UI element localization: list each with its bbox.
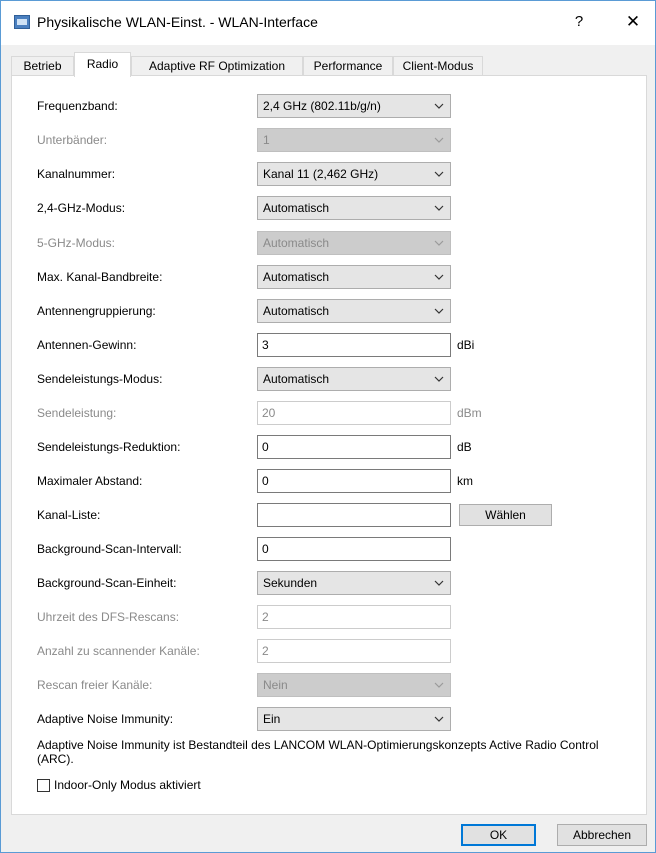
- sendeleistungs-modus-label: Sendeleistungs-Modus:: [37, 372, 163, 386]
- modus-5ghz-select[interactable]: Automatisch: [257, 231, 451, 255]
- chevron-down-icon: [433, 679, 445, 691]
- title-bar: Physikalische WLAN-Einst. - WLAN-Interfa…: [1, 1, 655, 45]
- bg-scan-einheit-label: Background-Scan-Einheit:: [37, 576, 177, 590]
- radio-panel: Frequenzband: 2,4 GHz (802.11b/g/n) Unte…: [11, 75, 647, 815]
- noise-immunity-select[interactable]: Ein: [257, 707, 451, 731]
- modus-24ghz-select[interactable]: Automatisch: [257, 196, 451, 220]
- rescan-freier-label: Rescan freier Kanäle:: [37, 678, 153, 692]
- maximaler-abstand-label: Maximaler Abstand:: [37, 474, 143, 488]
- tab-adaptive-rf-optimization[interactable]: Adaptive RF Optimization: [131, 56, 303, 76]
- antennen-gewinn-label: Antennen-Gewinn:: [37, 338, 137, 352]
- kanalnummer-label: Kanalnummer:: [37, 167, 116, 181]
- kanal-liste-label: Kanal-Liste:: [37, 508, 101, 522]
- sendeleistungs-reduktion-unit: dB: [457, 440, 472, 454]
- dfs-rescan-input[interactable]: 2: [257, 605, 451, 629]
- waehlen-button[interactable]: Wählen: [459, 504, 552, 526]
- indoor-only-checkbox[interactable]: [37, 779, 50, 792]
- unterbaender-label: Unterbänder:: [37, 133, 108, 147]
- maximaler-abstand-unit: km: [457, 474, 473, 488]
- sendeleistungs-reduktion-label: Sendeleistungs-Reduktion:: [37, 440, 181, 454]
- sendeleistungs-reduktion-input[interactable]: 0: [257, 435, 451, 459]
- frequenzband-select[interactable]: 2,4 GHz (802.11b/g/n): [257, 94, 451, 118]
- modus-24ghz-label: 2,4-GHz-Modus:: [37, 201, 126, 215]
- modus-5ghz-label: 5-GHz-Modus:: [37, 236, 116, 250]
- noise-immunity-info: Adaptive Noise Immunity ist Bestandteil …: [37, 738, 599, 766]
- chevron-down-icon: [433, 271, 445, 283]
- app-window-icon: [14, 15, 30, 29]
- anzahl-kanaele-input[interactable]: 2: [257, 639, 451, 663]
- bg-scan-einheit-select[interactable]: Sekunden: [257, 571, 451, 595]
- unterbaender-value: 1: [263, 133, 270, 147]
- bg-scan-einheit-value: Sekunden: [263, 576, 318, 590]
- tab-performance[interactable]: Performance: [303, 56, 393, 76]
- kanalnummer-value: Kanal 11 (2,462 GHz): [263, 167, 379, 181]
- antennengruppierung-label: Antennengruppierung:: [37, 304, 156, 318]
- window-title: Physikalische WLAN-Einst. - WLAN-Interfa…: [37, 14, 318, 30]
- anzahl-kanaele-label: Anzahl zu scannender Kanäle:: [37, 644, 200, 658]
- noise-immunity-value: Ein: [263, 712, 281, 726]
- noise-immunity-label: Adaptive Noise Immunity:: [37, 712, 174, 726]
- modus-24ghz-value: Automatisch: [263, 201, 330, 215]
- unterbaender-select[interactable]: 1: [257, 128, 451, 152]
- chevron-down-icon: [433, 134, 445, 146]
- antennengruppierung-select[interactable]: Automatisch: [257, 299, 451, 323]
- frequenzband-label: Frequenzband:: [37, 99, 118, 113]
- cancel-button[interactable]: Abbrechen: [557, 824, 647, 846]
- bg-scan-intervall-label: Background-Scan-Intervall:: [37, 542, 182, 556]
- sendeleistung-input[interactable]: 20: [257, 401, 451, 425]
- chevron-down-icon: [433, 577, 445, 589]
- antennen-gewinn-input[interactable]: 3: [257, 333, 451, 357]
- sendeleistungs-modus-value: Automatisch: [263, 372, 330, 386]
- tab-betrieb[interactable]: Betrieb: [11, 56, 74, 76]
- kanal-bandbreite-select[interactable]: Automatisch: [257, 265, 451, 289]
- bg-scan-intervall-input[interactable]: 0: [257, 537, 451, 561]
- indoor-only-label: Indoor-Only Modus aktiviert: [54, 778, 201, 792]
- sendeleistung-unit: dBm: [457, 406, 482, 420]
- dfs-rescan-label: Uhrzeit des DFS-Rescans:: [37, 610, 180, 624]
- sendeleistungs-modus-select[interactable]: Automatisch: [257, 367, 451, 391]
- chevron-down-icon: [433, 168, 445, 180]
- chevron-down-icon: [433, 713, 445, 725]
- chevron-down-icon: [433, 237, 445, 249]
- kanalnummer-select[interactable]: Kanal 11 (2,462 GHz): [257, 162, 451, 186]
- rescan-freier-select[interactable]: Nein: [257, 673, 451, 697]
- chevron-down-icon: [433, 100, 445, 112]
- help-button[interactable]: ?: [557, 7, 601, 37]
- chevron-down-icon: [433, 373, 445, 385]
- ok-button[interactable]: OK: [461, 824, 536, 846]
- close-button[interactable]: ✕: [611, 7, 655, 37]
- kanal-liste-input[interactable]: [257, 503, 451, 527]
- chevron-down-icon: [433, 305, 445, 317]
- kanal-bandbreite-value: Automatisch: [263, 270, 330, 284]
- rescan-freier-value: Nein: [263, 678, 288, 692]
- sendeleistung-label: Sendeleistung:: [37, 406, 117, 420]
- dialog-window: Physikalische WLAN-Einst. - WLAN-Interfa…: [0, 0, 656, 853]
- kanal-bandbreite-label: Max. Kanal-Bandbreite:: [37, 270, 163, 284]
- tab-radio[interactable]: Radio: [74, 52, 131, 77]
- modus-5ghz-value: Automatisch: [263, 236, 330, 250]
- maximaler-abstand-input[interactable]: 0: [257, 469, 451, 493]
- frequenzband-value: 2,4 GHz (802.11b/g/n): [263, 99, 381, 113]
- chevron-down-icon: [433, 202, 445, 214]
- antennengruppierung-value: Automatisch: [263, 304, 330, 318]
- tab-client-modus[interactable]: Client-Modus: [393, 56, 483, 76]
- antennen-gewinn-unit: dBi: [457, 338, 475, 352]
